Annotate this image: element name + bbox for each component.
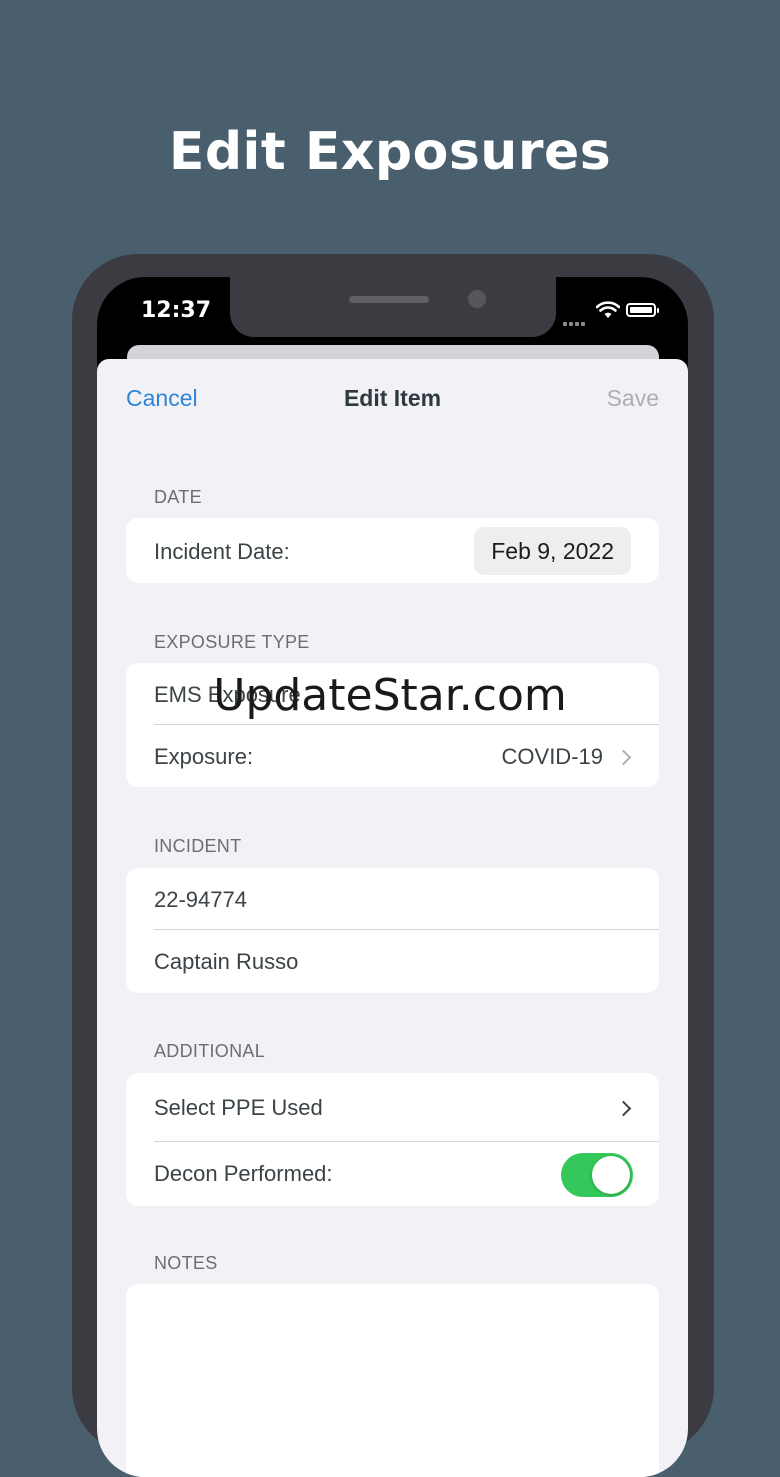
section-header-notes: NOTES bbox=[154, 1253, 218, 1273]
cellular-signal-icon bbox=[563, 313, 587, 331]
notch bbox=[230, 277, 556, 337]
wifi-icon bbox=[596, 301, 620, 318]
camera bbox=[468, 290, 486, 308]
incident-date-picker[interactable]: Feb 9, 2022 bbox=[474, 527, 631, 575]
status-time: 12:37 bbox=[141, 298, 212, 323]
decon-row: Decon Performed: bbox=[126, 1142, 659, 1206]
additional-group: Select PPE Used Decon Performed: bbox=[126, 1073, 659, 1206]
speaker bbox=[349, 296, 429, 303]
chevron-right-icon bbox=[615, 1100, 632, 1117]
exposure-label: Exposure: bbox=[154, 744, 254, 769]
decon-label: Decon Performed: bbox=[154, 1161, 333, 1186]
navigation-bar: Cancel Edit Item Save bbox=[97, 359, 688, 439]
select-ppe-label: Select PPE Used bbox=[154, 1095, 323, 1120]
incident-group: 22-94774 Captain Russo bbox=[126, 868, 659, 993]
officer-value: Captain Russo bbox=[154, 949, 299, 974]
battery-icon bbox=[626, 303, 659, 317]
section-header-exposure-type: EXPOSURE TYPE bbox=[154, 632, 310, 652]
decon-toggle[interactable] bbox=[561, 1153, 633, 1197]
exposure-value: COVID-19 bbox=[501, 744, 603, 769]
select-ppe-row[interactable]: Select PPE Used bbox=[126, 1073, 659, 1142]
nav-title: Edit Item bbox=[343, 385, 442, 411]
notes-textarea[interactable] bbox=[126, 1284, 659, 1477]
phone-screen: 12:37 Cancel Edit Item Save DATE Inciden… bbox=[97, 277, 688, 1477]
incident-date-label: Incident Date: bbox=[154, 539, 290, 564]
edit-item-sheet: Cancel Edit Item Save DATE Incident Date… bbox=[97, 359, 688, 1477]
save-button[interactable]: Save bbox=[607, 385, 659, 412]
section-header-date: DATE bbox=[154, 487, 202, 507]
officer-field[interactable]: Captain Russo bbox=[126, 930, 659, 993]
section-header-incident: INCIDENT bbox=[154, 836, 242, 856]
exposure-row[interactable]: Exposure: COVID-19 bbox=[126, 725, 659, 787]
date-group: Incident Date: Feb 9, 2022 bbox=[126, 518, 659, 583]
incident-number-field[interactable]: 22-94774 bbox=[126, 868, 659, 930]
notes-text bbox=[126, 1284, 659, 1324]
incident-date-row: Incident Date: Feb 9, 2022 bbox=[126, 518, 659, 583]
section-header-additional: ADDITIONAL bbox=[154, 1041, 266, 1061]
chevron-right-icon bbox=[615, 749, 632, 766]
watermark: UpdateStar.com bbox=[213, 670, 567, 721]
toggle-knob bbox=[592, 1156, 630, 1194]
promo-headline: Edit Exposures bbox=[168, 122, 612, 182]
incident-number-value: 22-94774 bbox=[154, 887, 247, 912]
